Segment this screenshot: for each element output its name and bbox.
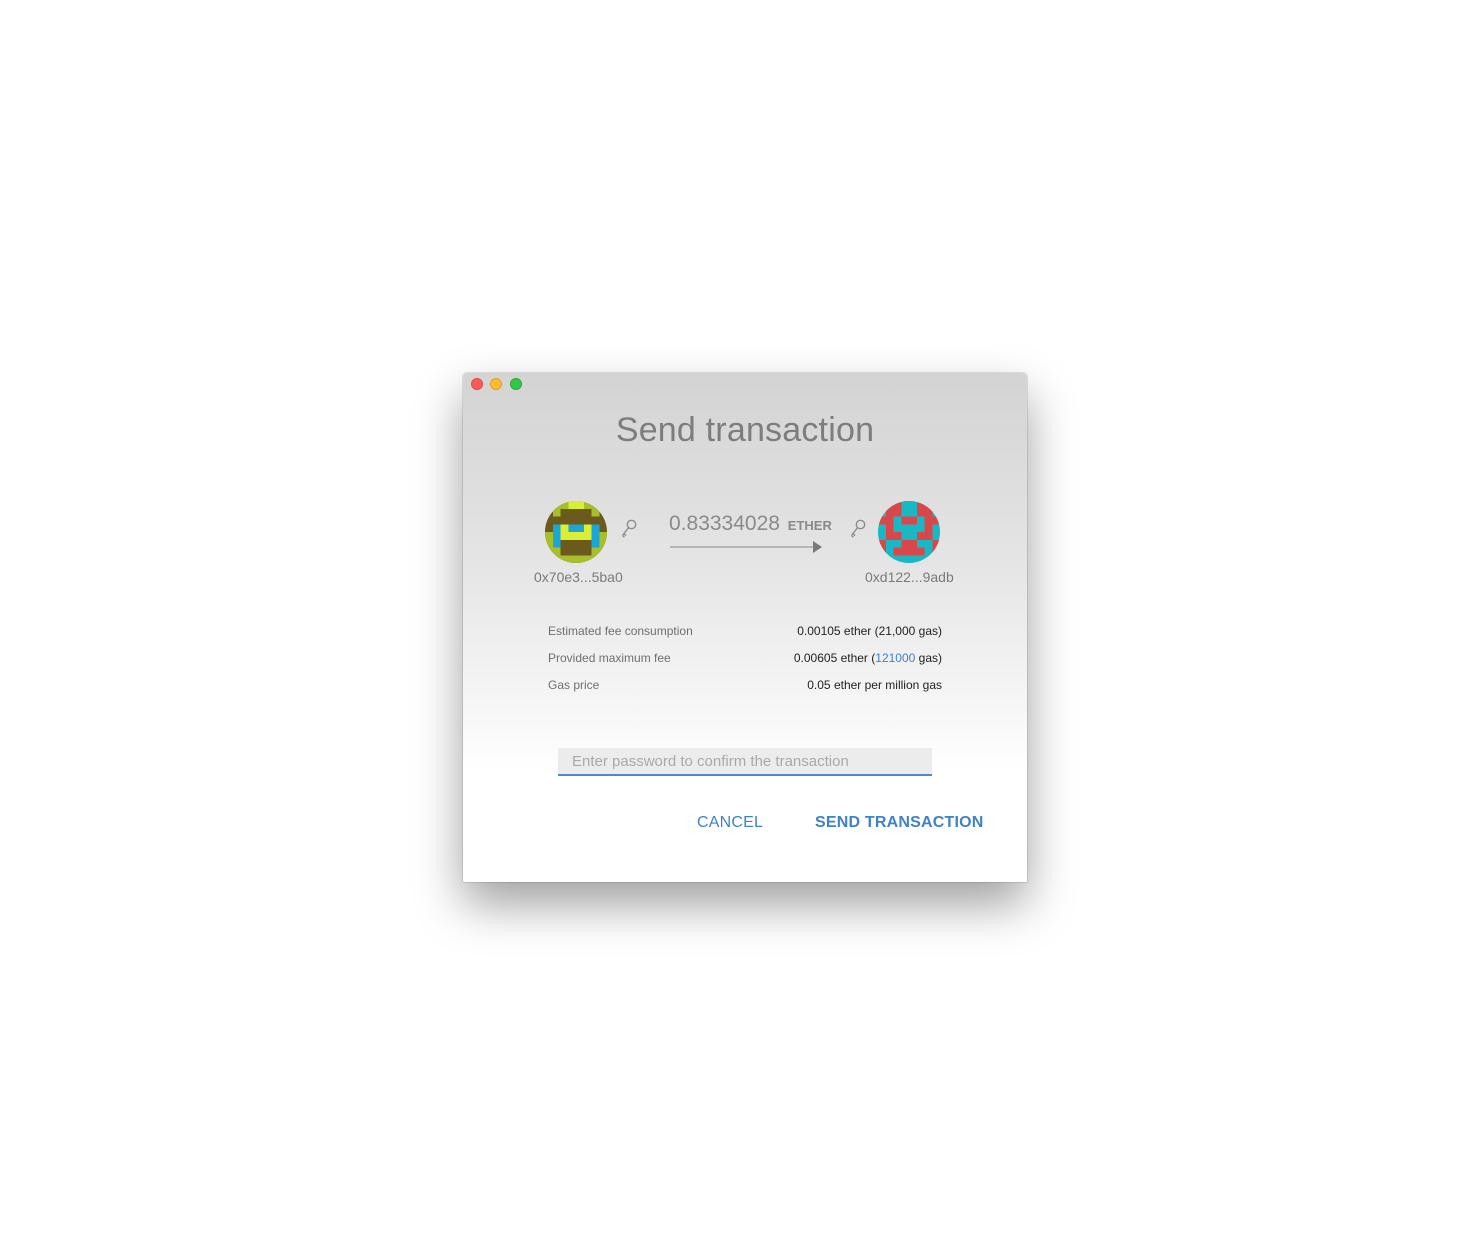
estimated-fee-value: 0.00105 ether (21,000 gas) xyxy=(797,624,942,638)
transaction-amount: 0.83334028 ETHER xyxy=(669,512,832,536)
password-input[interactable] xyxy=(558,748,932,776)
window-maximize-button[interactable] xyxy=(510,378,522,390)
from-address: 0x70e3...5ba0 xyxy=(534,569,623,585)
send-transaction-button[interactable]: SEND TRANSACTION xyxy=(815,814,984,832)
transfer-arrow-icon xyxy=(670,541,822,553)
estimated-fee-row: Estimated fee consumption 0.00105 ether … xyxy=(548,624,942,640)
to-account-identicon-icon xyxy=(878,501,940,563)
from-key-icon xyxy=(621,519,637,538)
send-transaction-window: Send transaction 0x70e3...5ba0 0.8333402… xyxy=(463,373,1027,882)
gas-price-value: 0.05 ether per million gas xyxy=(807,678,942,692)
from-account-identicon-icon xyxy=(545,501,607,563)
maximum-fee-suffix: gas) xyxy=(915,651,942,665)
gas-price-row: Gas price 0.05 ether per million gas xyxy=(548,678,942,694)
estimated-fee-label: Estimated fee consumption xyxy=(548,624,693,638)
window-close-button[interactable] xyxy=(471,378,483,390)
maximum-fee-row: Provided maximum fee 0.00605 ether (1210… xyxy=(548,651,942,667)
maximum-fee-prefix: 0.00605 ether ( xyxy=(793,651,876,665)
to-address: 0xd122...9adb xyxy=(865,569,954,585)
gas-limit-link[interactable]: 121000 xyxy=(875,651,915,665)
dialog-title: Send transaction xyxy=(615,411,875,449)
to-key-icon xyxy=(850,519,866,538)
maximum-fee-value: 0.00605 ether (121000 gas) xyxy=(794,651,942,665)
maximum-fee-label: Provided maximum fee xyxy=(548,651,671,665)
gas-price-label: Gas price xyxy=(548,678,600,692)
amount-unit: ETHER xyxy=(787,518,832,533)
cancel-button[interactable]: CANCEL xyxy=(697,814,763,832)
window-minimize-button[interactable] xyxy=(490,378,502,390)
amount-value: 0.83334028 xyxy=(669,512,780,535)
